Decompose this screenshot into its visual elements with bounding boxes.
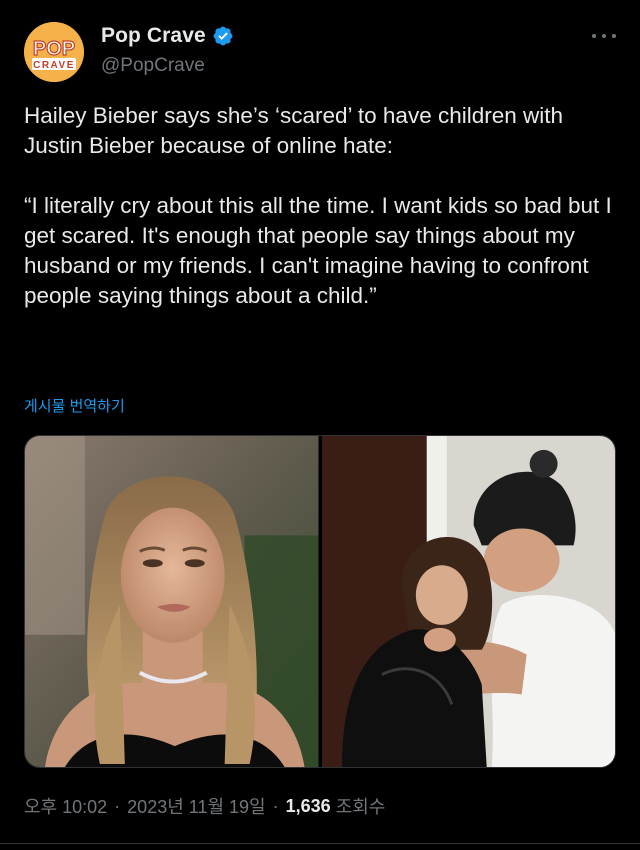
pop-crave-logo: POP CRAVE <box>24 22 84 82</box>
media-grid <box>24 435 616 768</box>
meta-separator: · <box>114 795 121 816</box>
tweet-text: Hailey Bieber says she’s ‘scared’ to hav… <box>24 103 612 308</box>
tweet-meta: 오후 10:02 · 2023년 11월 19일 · 1,636 조회수 <box>24 793 385 819</box>
verified-badge-icon[interactable] <box>212 25 234 47</box>
tweet-detail: POP CRAVE Pop Crave @PopCrave Hailey Bie… <box>0 0 640 850</box>
avatar[interactable]: POP CRAVE <box>24 22 84 82</box>
views-count: 1,636 <box>285 795 331 816</box>
more-options-icon[interactable] <box>592 26 616 46</box>
photo-hailey-portrait[interactable] <box>25 436 319 767</box>
svg-text:POP: POP <box>33 38 75 60</box>
photo-couple-embrace[interactable] <box>321 436 615 767</box>
divider <box>0 843 640 844</box>
author-handle[interactable]: @PopCrave <box>101 55 205 77</box>
author-display-name[interactable]: Pop Crave <box>101 24 206 48</box>
tweet-date[interactable]: 2023년 11월 19일 <box>127 793 265 819</box>
author-name-row[interactable]: Pop Crave <box>101 24 234 48</box>
views-label: 조회수 <box>335 797 386 817</box>
translate-post-link[interactable]: 게시물 번역하기 <box>24 395 125 416</box>
svg-text:CRAVE: CRAVE <box>33 60 75 71</box>
meta-separator: · <box>272 795 279 816</box>
tweet-time[interactable]: 오후 10:02 <box>24 793 107 819</box>
